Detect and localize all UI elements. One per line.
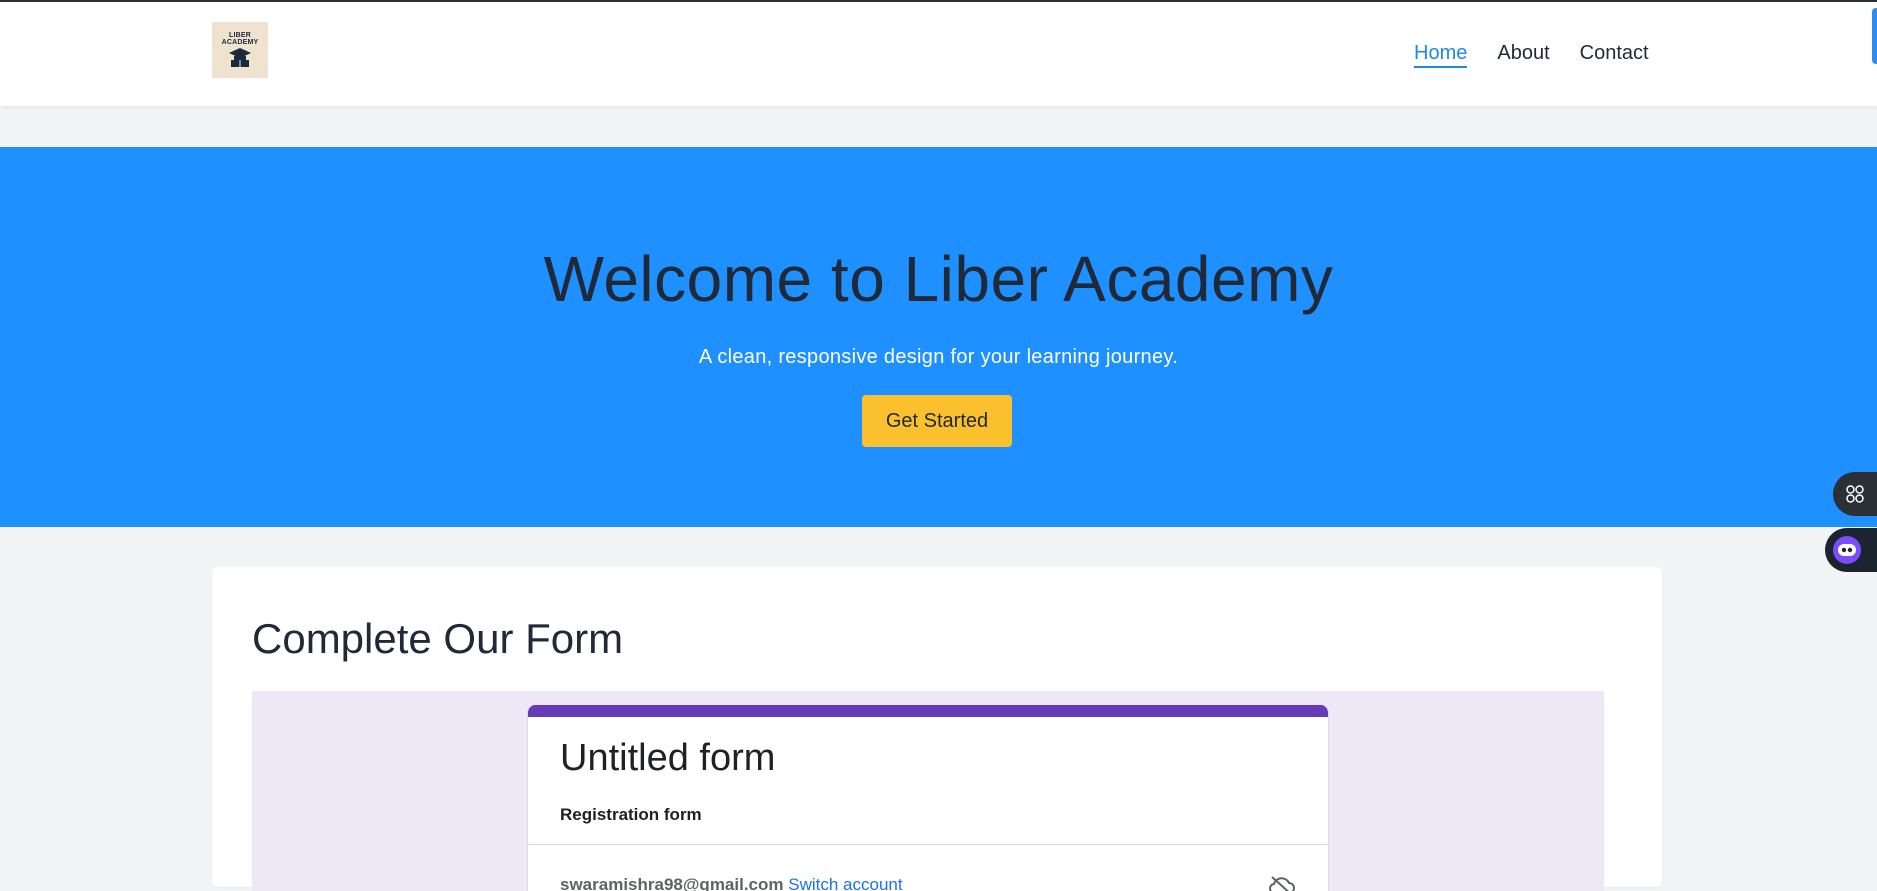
logo-text-line2: ACADEMY — [221, 39, 259, 46]
switch-account-link[interactable]: Switch account — [788, 875, 902, 891]
hero-subtitle: A clean, responsive design for your lear… — [698, 346, 1179, 368]
side-panel-tab[interactable] — [1872, 8, 1877, 64]
embedded-google-form: Untitled form Registration form swaramis… — [252, 691, 1604, 891]
navbar: LIBER ACADEMY Home About Contact — [0, 2, 1877, 106]
form-description: Registration form — [560, 805, 702, 824]
site-logo[interactable]: LIBER ACADEMY — [212, 22, 268, 78]
form-divider — [528, 844, 1328, 845]
hero-title: Welcome to Liber Academy — [543, 243, 1334, 315]
cloud-off-icon — [1268, 876, 1295, 891]
nav-about-link[interactable]: About — [1497, 42, 1549, 68]
graduation-cap-book-icon — [229, 48, 251, 67]
form-section-card: Complete Our Form Untitled form Registra… — [212, 567, 1662, 891]
form-header-card: Untitled form Registration form swaramis… — [527, 705, 1329, 891]
apps-launcher-button[interactable] — [1833, 472, 1877, 516]
main-nav: Home About Contact — [1414, 42, 1679, 68]
form-account-row: swaramishra98@gmail.com Switch account — [560, 875, 903, 891]
logo-text-line1: LIBER — [229, 32, 251, 39]
form-section-heading: Complete Our Form — [252, 615, 624, 662]
form-accent-bar — [528, 705, 1328, 717]
assistant-launcher-button[interactable] — [1825, 528, 1877, 572]
nav-home-link[interactable]: Home — [1414, 42, 1468, 68]
get-started-button[interactable]: Get Started — [862, 395, 1012, 447]
apps-grid-icon — [1846, 485, 1864, 503]
bot-assistant-icon — [1833, 536, 1861, 564]
form-title: Untitled form — [560, 737, 776, 779]
nav-contact-link[interactable]: Contact — [1580, 42, 1649, 68]
account-email: swaramishra98@gmail.com — [560, 875, 784, 891]
hero-section: Welcome to Liber Academy A clean, respon… — [0, 147, 1877, 527]
